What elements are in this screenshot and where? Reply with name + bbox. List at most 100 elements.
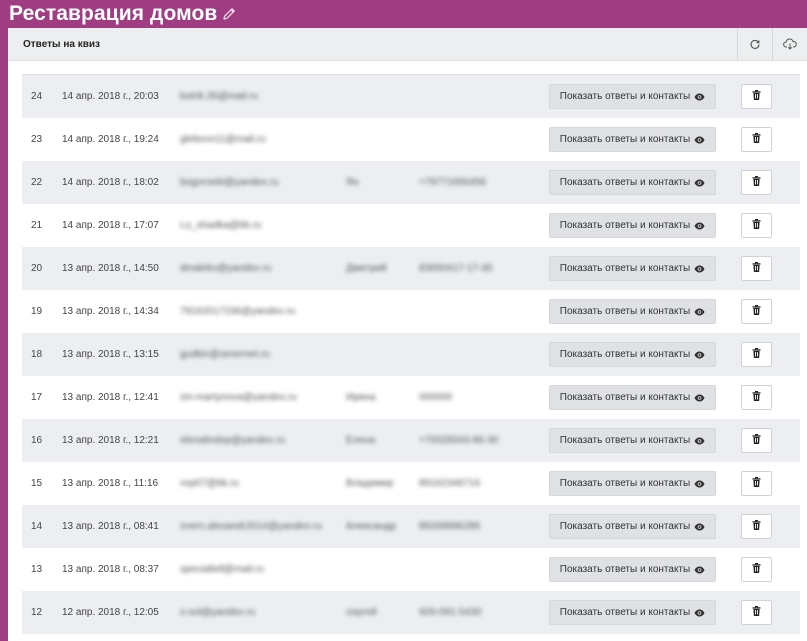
show-answers-button[interactable]: Показать ответы и контакты (549, 428, 716, 453)
row-phone: 83650417-17-30 (419, 263, 493, 274)
delete-button[interactable] (741, 385, 772, 410)
show-answers-button[interactable]: Показать ответы и контакты (549, 471, 716, 496)
show-answers-button[interactable]: Показать ответы и контакты (549, 600, 716, 625)
row-number: 19 (31, 306, 43, 317)
delete-button[interactable] (741, 342, 772, 367)
show-answers-button[interactable]: Показать ответы и контакты (549, 514, 716, 539)
trash-icon (752, 219, 761, 232)
row-email: specialtell@mail.ru (180, 564, 265, 575)
delete-button[interactable] (741, 514, 772, 539)
show-answers-button[interactable]: Показать ответы и контакты (549, 385, 716, 410)
row-number: 24 (31, 91, 43, 102)
download-button[interactable] (772, 28, 807, 60)
row-number: 12 (31, 607, 43, 618)
show-answers-button[interactable]: Показать ответы и контакты (549, 299, 716, 324)
trash-icon (752, 348, 761, 361)
row-email: s-sol@yandex.ru (180, 607, 256, 618)
show-answers-button[interactable]: Показать ответы и контакты (549, 170, 716, 195)
table-row: 17 13 апр. 2018 г., 12:41 zin-martynova@… (22, 376, 800, 419)
eye-icon (694, 609, 705, 617)
row-number: 13 (31, 564, 43, 575)
row-email: dmalekv@yandex.ru (180, 263, 272, 274)
row-number: 16 (31, 435, 43, 446)
row-number: 18 (31, 349, 43, 360)
trash-icon (752, 606, 761, 619)
row-email: bogoroekt@yandex.ru (180, 177, 279, 188)
row-email: elenalindop@yandex.ru (180, 435, 286, 446)
panel-header: Ответы на квиз (8, 28, 807, 61)
delete-button[interactable] (741, 471, 772, 496)
delete-button[interactable] (741, 428, 772, 453)
show-answers-button[interactable]: Показать ответы и контакты (549, 256, 716, 281)
row-email: glebovo11@mail.ru (180, 134, 266, 145)
row-date: 13 апр. 2018 г., 11:16 (62, 478, 159, 489)
refresh-icon (750, 39, 760, 49)
show-answers-label: Показать ответы и контакты (559, 177, 691, 188)
show-answers-label: Показать ответы и контакты (559, 220, 691, 231)
delete-button[interactable] (741, 170, 772, 195)
show-answers-button[interactable]: Показать ответы и контакты (549, 84, 716, 109)
row-phone: 000000 (419, 392, 453, 403)
row-date: 14 апр. 2018 г., 20:03 (62, 91, 159, 102)
row-date: 13 апр. 2018 г., 12:21 (62, 435, 159, 446)
row-phone: +70028343-86-30 (419, 435, 499, 446)
show-answers-label: Показать ответы и контакты (559, 435, 691, 446)
row-date: 13 апр. 2018 г., 13:15 (62, 349, 159, 360)
trash-icon (752, 90, 761, 103)
page-title: Реставрация домов (9, 2, 218, 25)
table-row: 14 13 апр. 2018 г., 08:41 zvern.alexandr… (22, 505, 800, 548)
row-phone: +79771656456 (419, 177, 487, 188)
row-date: 13 апр. 2018 г., 14:50 (62, 263, 159, 274)
row-number: 23 (31, 134, 43, 145)
panel-title: Ответы на квиз (23, 38, 100, 50)
table-row: 22 14 апр. 2018 г., 18:02 bogoroekt@yand… (22, 161, 800, 204)
cloud-download-icon (783, 38, 797, 50)
eye-icon (694, 351, 705, 359)
row-email: zvern.alexandr2014@yandex.ru (180, 521, 322, 532)
row-number: 15 (31, 478, 43, 489)
delete-button[interactable] (741, 600, 772, 625)
delete-button[interactable] (741, 557, 772, 582)
quiz-answers-panel: Ответы на квиз 24 14 апр. 2018 г., 20:03… (8, 28, 807, 641)
row-name: Владимир (346, 478, 394, 489)
delete-button[interactable] (741, 299, 772, 324)
pencil-icon[interactable] (221, 6, 237, 22)
delete-button[interactable] (741, 127, 772, 152)
show-answers-label: Показать ответы и контакты (559, 478, 691, 489)
eye-icon (694, 437, 705, 445)
table-row: 21 14 апр. 2018 г., 17:07 Lo_shadka@bk.r… (22, 204, 800, 247)
show-answers-label: Показать ответы и контакты (559, 607, 691, 618)
eye-icon (694, 394, 705, 402)
trash-icon (752, 520, 761, 533)
show-answers-button[interactable]: Показать ответы и контакты (549, 342, 716, 367)
show-answers-button[interactable]: Показать ответы и контакты (549, 127, 716, 152)
show-answers-button[interactable]: Показать ответы и контакты (549, 213, 716, 238)
row-name: Елена (346, 435, 376, 446)
trash-icon (752, 477, 761, 490)
eye-icon (694, 480, 705, 488)
show-answers-button[interactable]: Показать ответы и контакты (549, 557, 716, 582)
row-email: Lo_shadka@bk.ru (180, 220, 262, 231)
table-row: 16 13 апр. 2018 г., 12:21 elenalindop@ya… (22, 419, 800, 462)
show-answers-label: Показать ответы и контакты (559, 91, 691, 102)
table-row: 24 14 апр. 2018 г., 20:03 kotrik.35@mail… (22, 74, 800, 118)
eye-icon (694, 523, 705, 531)
table-row: 19 13 апр. 2018 г., 14:34 79162017236@ya… (22, 290, 800, 333)
delete-button[interactable] (741, 84, 772, 109)
row-name: Ян (346, 177, 359, 188)
row-name: сергей (346, 607, 377, 618)
delete-button[interactable] (741, 256, 772, 281)
trash-icon (752, 176, 761, 189)
row-date: 14 апр. 2018 г., 18:02 (62, 177, 159, 188)
eye-icon (694, 222, 705, 230)
table-row: 12 12 апр. 2018 г., 12:05 s-sol@yandex.r… (22, 591, 800, 634)
row-number: 21 (31, 220, 43, 231)
refresh-button[interactable] (737, 28, 772, 60)
table-row: 20 13 апр. 2018 г., 14:50 dmalekv@yandex… (22, 247, 800, 290)
row-email: vvp07@bk.ru (180, 478, 240, 489)
table-row: 18 13 апр. 2018 г., 13:15 gudkin@severne… (22, 333, 800, 376)
row-name: Ирина (346, 392, 376, 403)
eye-icon (694, 265, 705, 273)
delete-button[interactable] (741, 213, 772, 238)
row-date: 13 апр. 2018 г., 08:37 (62, 564, 159, 575)
